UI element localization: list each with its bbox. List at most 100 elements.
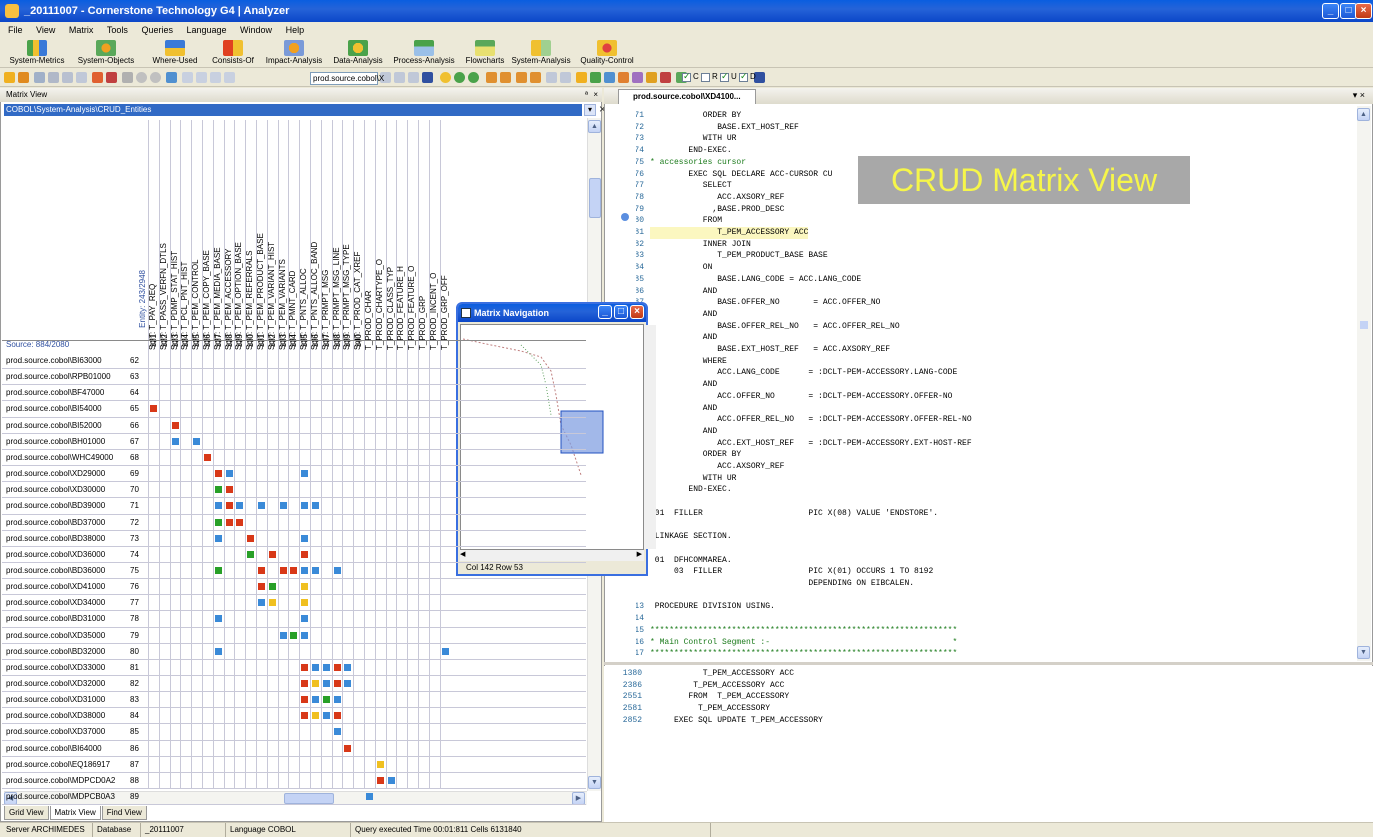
matrix-column-header[interactable]: SqIT: T_PEM_OPTION_BASE bbox=[234, 120, 244, 350]
splitter[interactable] bbox=[604, 662, 1373, 665]
crud-marker[interactable] bbox=[376, 760, 384, 768]
crud-marker[interactable] bbox=[344, 680, 352, 687]
menu-help[interactable]: Help bbox=[286, 25, 305, 35]
crud-marker[interactable] bbox=[247, 534, 255, 542]
crud-marker[interactable] bbox=[258, 502, 265, 510]
crud-marker[interactable] bbox=[301, 534, 309, 542]
mark-icon[interactable] bbox=[590, 72, 601, 83]
matrix-column-header[interactable]: SqIT: T_PNTS_ALLOC_BAND bbox=[310, 120, 320, 350]
matrix-row-label[interactable]: prod.source.cobol\BI52000 bbox=[6, 418, 102, 434]
flowcharts-button[interactable]: Flowcharts bbox=[462, 40, 508, 68]
matrix-column-header[interactable]: SqIT: T_PRMPT_MSG bbox=[321, 120, 331, 350]
matrix-column-header[interactable]: SqIT: T_PEM_PRODUCT_BASE bbox=[256, 120, 266, 350]
editor-scroll-thumb[interactable] bbox=[1360, 321, 1368, 329]
crud-marker[interactable] bbox=[258, 583, 265, 591]
source-combo[interactable]: prod.source.cobol\X bbox=[310, 72, 384, 85]
menu-language[interactable]: Language bbox=[186, 25, 226, 35]
matrix-row-label[interactable]: prod.source.cobol\XD38000 bbox=[6, 708, 105, 724]
matrix-column-header[interactable]: T_PROD_CHAR bbox=[364, 120, 374, 350]
crud-marker[interactable] bbox=[225, 518, 233, 526]
crud-marker[interactable] bbox=[214, 518, 222, 526]
system-metrics-button[interactable]: System-Metrics bbox=[4, 40, 70, 68]
tools-icon[interactable] bbox=[106, 72, 117, 83]
editor-scroll-up-icon[interactable]: ▲ bbox=[1357, 108, 1370, 121]
menu-window[interactable]: Window bbox=[240, 25, 272, 35]
editor-close-icon[interactable]: ▾ × bbox=[1353, 90, 1365, 101]
pin-icon[interactable]: ª bbox=[585, 88, 588, 102]
crud-marker[interactable] bbox=[441, 647, 449, 655]
crud-marker[interactable] bbox=[344, 663, 352, 671]
crud-marker[interactable] bbox=[268, 599, 276, 607]
impact-analysis-button[interactable]: Impact-Analysis bbox=[262, 40, 326, 68]
close-button[interactable]: × bbox=[1355, 3, 1372, 19]
crud-marker[interactable] bbox=[301, 566, 309, 574]
matrix-column-header[interactable]: SqIT: T_PCL_PNT_HIST bbox=[180, 120, 190, 350]
crud-marker[interactable] bbox=[301, 712, 309, 720]
crud-marker[interactable] bbox=[214, 647, 222, 655]
matrix-column-header[interactable]: SqIT: T_PEM_CONTROL bbox=[191, 120, 201, 350]
nav-hscroll[interactable]: ◀ ▶ bbox=[460, 550, 644, 561]
matrix-column-header[interactable]: T_PROD_FEATURE_H bbox=[396, 120, 406, 350]
matrix-row-label[interactable]: prod.source.cobol\XD32000 bbox=[6, 676, 105, 692]
matrix-row-label[interactable]: prod.source.cobol\XD34000 bbox=[6, 595, 105, 611]
matrix-column-header[interactable]: T_PROD_FEATURE_O bbox=[407, 120, 417, 350]
crud-marker[interactable] bbox=[236, 518, 244, 526]
copy-icon[interactable] bbox=[182, 72, 193, 83]
chart-icon[interactable] bbox=[618, 72, 629, 83]
zoom-out-icon[interactable] bbox=[468, 72, 479, 83]
print-icon[interactable] bbox=[48, 72, 59, 83]
crud-marker[interactable] bbox=[279, 502, 287, 510]
matrix-row-label[interactable]: prod.source.cobol\XD29000 bbox=[6, 466, 105, 482]
highlight-icon[interactable] bbox=[576, 72, 587, 83]
crud-marker[interactable] bbox=[301, 680, 309, 687]
crud-marker[interactable] bbox=[171, 437, 179, 445]
matrix-column-header[interactable]: SqIT: T_PRMPT_MSG_TYPE bbox=[342, 120, 352, 350]
crud-marker[interactable] bbox=[312, 712, 319, 720]
folder-icon[interactable] bbox=[18, 72, 29, 83]
nav-minimize-button[interactable]: _ bbox=[598, 305, 612, 319]
crud-marker[interactable] bbox=[301, 663, 309, 671]
crud-marker[interactable] bbox=[150, 405, 157, 413]
crud-marker[interactable] bbox=[290, 631, 298, 639]
link-icon[interactable] bbox=[646, 72, 657, 83]
nav-close-button[interactable]: × bbox=[630, 305, 644, 319]
save-icon[interactable] bbox=[34, 72, 45, 83]
prev-icon[interactable] bbox=[394, 72, 405, 83]
update-checkbox[interactable] bbox=[720, 71, 729, 82]
reference-line[interactable]: T_PEM_ACCESSORY ACC bbox=[650, 680, 784, 692]
reference-line[interactable]: FROM T_PEM_ACCESSORY bbox=[650, 691, 789, 703]
matrix-row-label[interactable]: prod.source.cobol\BD32000 bbox=[6, 644, 105, 660]
report-icon[interactable] bbox=[224, 72, 235, 83]
matrix-row-label[interactable]: prod.source.cobol\BI64000 bbox=[6, 741, 102, 757]
editor-scroll-down-icon[interactable]: ▼ bbox=[1357, 646, 1370, 659]
quality-control-button[interactable]: Quality-Control bbox=[576, 40, 638, 68]
crud-marker[interactable] bbox=[301, 550, 309, 558]
crud-marker[interactable] bbox=[312, 696, 319, 704]
system-objects-button[interactable]: System-Objects bbox=[74, 40, 138, 68]
crud-marker[interactable] bbox=[301, 696, 309, 704]
matrix-column-header[interactable]: SqIT: T_PEM_MEDIA_BASE bbox=[213, 120, 223, 350]
crud-marker[interactable] bbox=[225, 502, 233, 510]
matrix-column-header[interactable]: T_PROD_CHARTYPE_O bbox=[375, 120, 385, 350]
crud-marker[interactable] bbox=[225, 486, 233, 494]
crud-marker[interactable] bbox=[171, 421, 179, 429]
stop-icon[interactable] bbox=[136, 72, 147, 83]
scroll-down-icon[interactable]: ▼ bbox=[588, 776, 601, 789]
crud-marker[interactable] bbox=[268, 583, 276, 591]
tag-icon[interactable] bbox=[92, 72, 103, 83]
flag-icon[interactable] bbox=[660, 72, 671, 83]
crud-marker[interactable] bbox=[301, 615, 309, 623]
matrix-row-label[interactable]: prod.source.cobol\BF47000 bbox=[6, 385, 104, 401]
matrix-row-label[interactable]: prod.source.cobol\XD33000 bbox=[6, 660, 105, 676]
bookmark-icon[interactable] bbox=[604, 72, 615, 83]
crud-marker[interactable] bbox=[214, 566, 222, 574]
crud-marker[interactable] bbox=[258, 599, 265, 607]
crud-marker[interactable] bbox=[333, 696, 341, 704]
tab-grid-view[interactable]: Grid View bbox=[4, 806, 49, 820]
matrix-row-label[interactable]: prod.source.cobol\XD37000 bbox=[6, 724, 105, 740]
redo-icon[interactable] bbox=[560, 72, 571, 83]
crud-marker[interactable] bbox=[301, 470, 309, 478]
crud-marker[interactable] bbox=[366, 793, 373, 801]
crud-marker[interactable] bbox=[387, 776, 395, 784]
matrix-column-header[interactable]: T_PROD_INCENT_O bbox=[429, 120, 439, 350]
